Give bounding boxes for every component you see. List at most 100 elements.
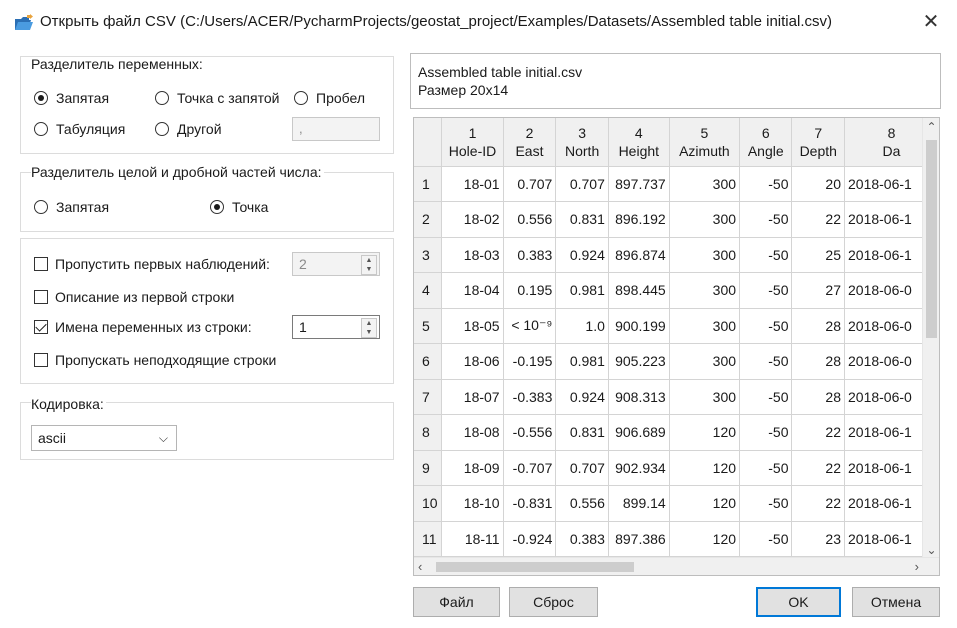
table-cell[interactable]: 22: [791, 485, 845, 522]
row-number[interactable]: 8: [414, 414, 443, 451]
names-from-row-spinbox[interactable]: 1 ▲ ▼: [292, 315, 380, 339]
table-cell[interactable]: -50: [739, 308, 793, 344]
table-cell[interactable]: 897.737: [608, 166, 670, 202]
table-cell[interactable]: 902.934: [608, 450, 670, 486]
table-cell[interactable]: 23: [791, 521, 845, 557]
table-cell[interactable]: 27: [791, 272, 845, 309]
cancel-button[interactable]: Отмена: [852, 587, 940, 617]
table-cell[interactable]: -50: [739, 521, 793, 557]
table-cell[interactable]: 300: [669, 237, 741, 273]
table-cell[interactable]: -0.924: [503, 521, 557, 557]
column-header[interactable]: 1 Hole-ID: [441, 118, 504, 167]
column-header[interactable]: 5 Azimuth: [669, 118, 741, 167]
spin-up-icon[interactable]: ▲: [362, 256, 376, 265]
reset-button[interactable]: Сброс: [509, 587, 598, 617]
table-cell[interactable]: -0.195: [503, 343, 557, 380]
radio-var-sep-semicolon[interactable]: Точка с запятой: [155, 90, 279, 106]
table-cell[interactable]: 28: [791, 343, 845, 380]
column-header[interactable]: 4 Height: [608, 118, 670, 167]
table-cell[interactable]: -0.707: [503, 450, 557, 486]
row-number[interactable]: 4: [414, 272, 443, 309]
table-cell[interactable]: -50: [739, 166, 793, 202]
row-number[interactable]: 10: [414, 485, 443, 522]
skip-bad-rows-checkbox[interactable]: Пропускать неподходящие строки: [34, 352, 276, 368]
table-cell[interactable]: 0.831: [555, 201, 609, 238]
table-cell[interactable]: 1.0: [555, 308, 609, 344]
table-cell[interactable]: 899.14: [608, 485, 670, 522]
column-header[interactable]: 2 East: [503, 118, 557, 167]
radio-var-sep-tab[interactable]: Табуляция: [34, 121, 125, 137]
spin-down-icon[interactable]: ▼: [362, 265, 376, 274]
names-from-row-checkbox[interactable]: Имена переменных из строки:: [34, 319, 252, 335]
table-cell[interactable]: 18-11: [441, 521, 504, 557]
close-icon[interactable]: ✕: [919, 10, 943, 34]
table-cell[interactable]: 0.195: [503, 272, 557, 309]
table-cell[interactable]: 18-01: [441, 166, 504, 202]
table-cell[interactable]: 22: [791, 450, 845, 486]
row-number[interactable]: 7: [414, 379, 443, 415]
row-number[interactable]: 9: [414, 450, 443, 486]
row-number[interactable]: 11: [414, 521, 443, 557]
desc-first-row-checkbox[interactable]: Описание из первой строки: [34, 289, 234, 305]
table-cell[interactable]: 300: [669, 379, 741, 415]
table-cell[interactable]: 22: [791, 414, 845, 451]
scroll-right-icon[interactable]: ›: [915, 558, 919, 575]
table-cell[interactable]: 0.556: [555, 485, 609, 522]
scroll-up-icon[interactable]: ⌃: [923, 120, 939, 134]
column-header[interactable]: 3 North: [555, 118, 609, 167]
table-cell[interactable]: -0.556: [503, 414, 557, 451]
row-number[interactable]: 6: [414, 343, 443, 380]
scroll-down-icon[interactable]: ⌄: [923, 543, 939, 557]
table-cell[interactable]: 0.707: [555, 166, 609, 202]
vertical-scrollbar[interactable]: ⌃ ⌄: [922, 118, 939, 559]
table-cell[interactable]: -0.383: [503, 379, 557, 415]
table-cell[interactable]: 18-10: [441, 485, 504, 522]
table-cell[interactable]: 905.223: [608, 343, 670, 380]
vertical-scroll-thumb[interactable]: [926, 140, 937, 338]
table-cell[interactable]: 896.192: [608, 201, 670, 238]
column-header[interactable]: 7 Depth: [791, 118, 845, 167]
horizontal-scrollbar[interactable]: ‹ ›: [414, 557, 939, 575]
table-cell[interactable]: -50: [739, 343, 793, 380]
table-cell[interactable]: -0.831: [503, 485, 557, 522]
table-cell[interactable]: 0.707: [555, 450, 609, 486]
table-cell[interactable]: 120: [669, 450, 741, 486]
radio-var-sep-other[interactable]: Другой: [155, 121, 222, 137]
table-cell[interactable]: 300: [669, 343, 741, 380]
table-cell[interactable]: -50: [739, 201, 793, 238]
table-cell[interactable]: 28: [791, 308, 845, 344]
table-cell[interactable]: 0.831: [555, 414, 609, 451]
preview-table[interactable]: 1 Hole-ID 2 East 3 North 4 Height 5 Azimuth 6 Angle…: [413, 117, 940, 576]
other-separator-input[interactable]: ,: [292, 117, 380, 141]
table-cell[interactable]: 300: [669, 272, 741, 309]
table-cell[interactable]: 0.383: [555, 521, 609, 557]
radio-decimal-point[interactable]: Точка: [210, 199, 268, 215]
table-cell[interactable]: 22: [791, 201, 845, 238]
row-number[interactable]: 1: [414, 166, 443, 202]
table-cell[interactable]: -50: [739, 414, 793, 451]
table-cell[interactable]: -50: [739, 379, 793, 415]
radio-var-sep-space[interactable]: Пробел: [294, 90, 365, 106]
ok-button[interactable]: OK: [756, 587, 841, 617]
row-number[interactable]: 5: [414, 308, 443, 344]
row-number[interactable]: 3: [414, 237, 443, 273]
spin-up-icon[interactable]: ▲: [362, 319, 376, 328]
table-cell[interactable]: 20: [791, 166, 845, 202]
table-cell[interactable]: 0.981: [555, 343, 609, 380]
table-cell[interactable]: -50: [739, 272, 793, 309]
table-cell[interactable]: -50: [739, 450, 793, 486]
table-cell[interactable]: 908.313: [608, 379, 670, 415]
table-cell[interactable]: 18-03: [441, 237, 504, 273]
table-cell[interactable]: 18-07: [441, 379, 504, 415]
file-button[interactable]: Файл: [413, 587, 500, 617]
row-number[interactable]: 2: [414, 201, 443, 238]
radio-decimal-comma[interactable]: Запятая: [34, 199, 109, 215]
table-cell[interactable]: < 10⁻⁹: [503, 308, 557, 344]
table-cell[interactable]: 0.981: [555, 272, 609, 309]
table-cell[interactable]: 300: [669, 308, 741, 344]
encoding-select[interactable]: ascii ⌵: [31, 425, 177, 451]
spin-down-icon[interactable]: ▼: [362, 328, 376, 337]
table-cell[interactable]: 300: [669, 166, 741, 202]
table-cell[interactable]: 898.445: [608, 272, 670, 309]
scroll-left-icon[interactable]: ‹: [418, 558, 422, 575]
